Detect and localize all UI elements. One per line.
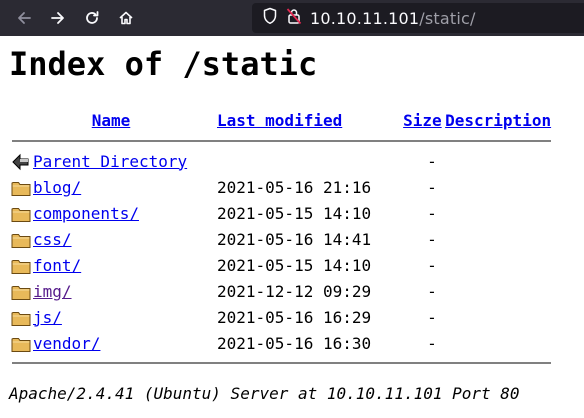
table-row: js/2021-05-16 16:29 - bbox=[9, 304, 551, 330]
url-text[interactable]: 10.10.11.101/static/ bbox=[310, 9, 476, 28]
top-rule-row bbox=[9, 134, 552, 148]
icon-header bbox=[9, 106, 33, 134]
table-row: vendor/2021-05-16 16:30 - bbox=[9, 330, 551, 356]
description-cell bbox=[445, 200, 551, 226]
description-cell bbox=[445, 174, 551, 200]
folder-icon bbox=[11, 285, 31, 300]
page-title: Index of /static bbox=[9, 45, 318, 83]
folder-icon bbox=[11, 181, 31, 196]
table-row: blog/2021-05-16 21:16 - bbox=[9, 174, 551, 200]
size-value: - bbox=[427, 151, 437, 171]
table-row: img/2021-12-12 09:29 - bbox=[9, 278, 551, 304]
size-value: - bbox=[427, 307, 437, 327]
folder-icon bbox=[11, 207, 31, 222]
size-value: - bbox=[427, 255, 437, 275]
description-cell bbox=[445, 330, 551, 356]
modified-cell: 2021-05-16 14:41 bbox=[217, 229, 372, 249]
entries-body: blog/2021-05-16 21:16- components/2021-05… bbox=[9, 174, 551, 356]
entry-link[interactable]: font/ bbox=[33, 256, 81, 275]
description-cell bbox=[445, 278, 551, 304]
back-arrow-icon[interactable] bbox=[10, 4, 38, 32]
url-path: /static/ bbox=[419, 8, 476, 28]
entry-link[interactable]: blog/ bbox=[33, 178, 81, 197]
url-host: 10.10.11.101 bbox=[310, 8, 420, 28]
name-header: Name bbox=[33, 106, 217, 134]
modified-cell: 2021-12-12 09:29 bbox=[217, 281, 372, 301]
size-header: Size bbox=[393, 106, 445, 134]
size-value: - bbox=[427, 281, 437, 301]
back-folder-icon-cell bbox=[9, 148, 33, 174]
size-value: - bbox=[427, 229, 437, 249]
entry-link[interactable]: css/ bbox=[33, 230, 72, 249]
modified-cell: 2021-05-16 21:16 bbox=[217, 177, 372, 197]
description-cell bbox=[445, 226, 551, 252]
entry-link[interactable]: vendor/ bbox=[33, 334, 100, 353]
entry-link[interactable]: js/ bbox=[33, 308, 62, 327]
header-row: Name Last modified Size Description bbox=[9, 106, 551, 134]
size-value: - bbox=[427, 177, 437, 197]
back-folder-icon bbox=[12, 154, 29, 171]
table-row: css/2021-05-16 14:41 - bbox=[9, 226, 551, 252]
sort-by-name-link[interactable]: Name bbox=[92, 111, 131, 130]
description-cell bbox=[445, 252, 551, 278]
size-value: - bbox=[427, 203, 437, 223]
reload-icon[interactable] bbox=[78, 4, 106, 32]
last-modified-header: Last modified bbox=[217, 106, 393, 134]
directory-listing: Name Last modified Size Description Pare… bbox=[9, 106, 552, 370]
size-value: - bbox=[427, 333, 437, 353]
insecure-lock-icon[interactable] bbox=[286, 7, 302, 29]
parent-directory-row: Parent Directory - bbox=[9, 148, 551, 174]
sort-by-modified-link[interactable]: Last modified bbox=[217, 111, 342, 130]
folder-icon bbox=[11, 233, 31, 248]
home-icon[interactable] bbox=[112, 4, 140, 32]
forward-arrow-icon[interactable] bbox=[44, 4, 72, 32]
folder-icon bbox=[11, 259, 31, 274]
divider bbox=[12, 362, 552, 364]
entry-link[interactable]: img/ bbox=[33, 282, 72, 301]
parent-directory-link[interactable]: Parent Directory bbox=[33, 152, 187, 171]
modified-cell: 2021-05-15 14:10 bbox=[217, 203, 372, 223]
sort-by-size-link[interactable]: Size bbox=[403, 111, 442, 130]
table-row: font/2021-05-15 14:10 - bbox=[9, 252, 551, 278]
modified-cell: 2021-05-15 14:10 bbox=[217, 255, 372, 275]
bottom-rule-row bbox=[9, 356, 552, 370]
sort-by-description-link[interactable]: Description bbox=[445, 111, 551, 130]
modified-cell: 2021-05-16 16:29 bbox=[217, 307, 372, 327]
table-row: components/2021-05-15 14:10 - bbox=[9, 200, 551, 226]
browser-toolbar: 10.10.11.101/static/ bbox=[0, 0, 584, 36]
description-header: Description bbox=[445, 106, 551, 134]
server-signature: Apache/2.4.41 (Ubuntu) Server at 10.10.1… bbox=[9, 384, 520, 403]
url-bar[interactable]: 10.10.11.101/static/ bbox=[252, 3, 584, 33]
folder-icon bbox=[11, 311, 31, 326]
divider bbox=[12, 140, 552, 142]
folder-icon bbox=[11, 337, 31, 352]
description-cell bbox=[445, 304, 551, 330]
modified-cell: 2021-05-16 16:30 bbox=[217, 333, 372, 353]
entry-link[interactable]: components/ bbox=[33, 204, 139, 223]
shield-icon[interactable] bbox=[262, 7, 278, 29]
